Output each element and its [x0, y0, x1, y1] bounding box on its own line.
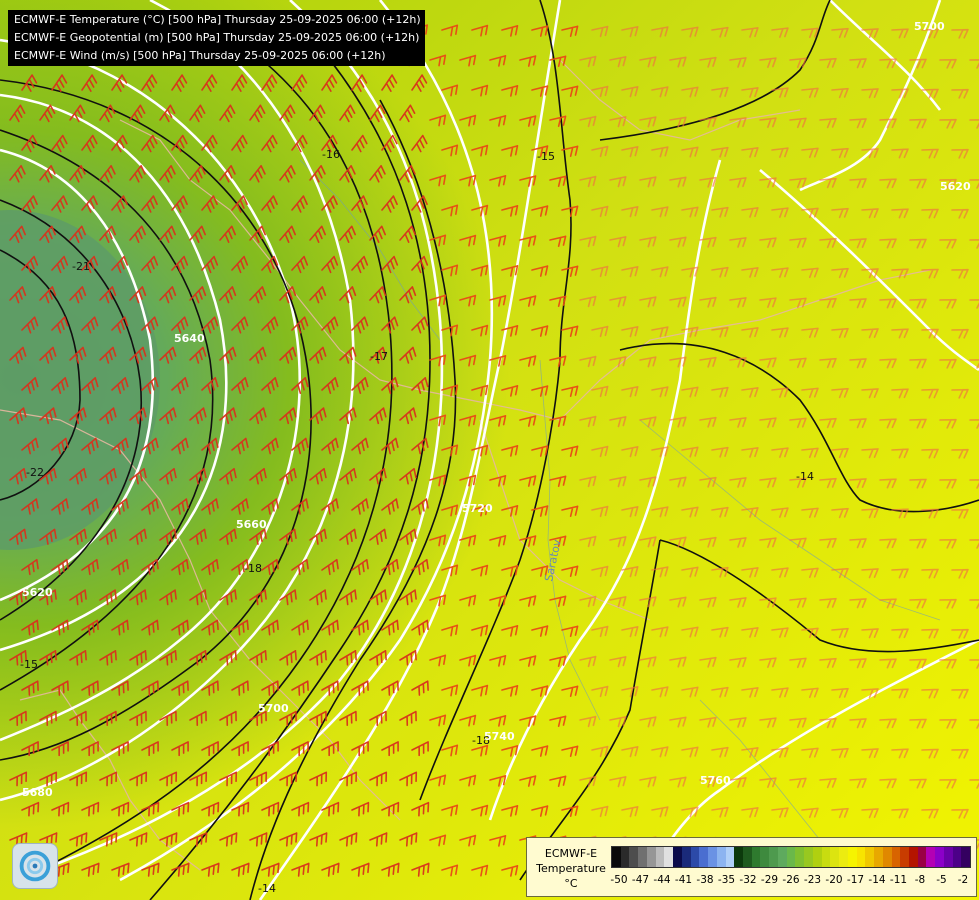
legend-color-swatch — [821, 847, 831, 867]
legend-title-line: Temperature — [536, 862, 606, 875]
legend-color-swatch — [882, 847, 892, 867]
legend-tick-label: -38 — [696, 874, 714, 886]
legend-tick-label: -41 — [674, 874, 693, 886]
isotherm-label: -14 — [796, 470, 814, 483]
legend-tick-label: -5 — [936, 874, 947, 886]
geopotential-label: 5760 — [700, 774, 731, 787]
legend-color-swatch — [664, 847, 674, 867]
legend-title: ECMWF-E Temperature °C — [531, 846, 611, 891]
geopotential-label: 5720 — [462, 502, 493, 515]
legend-color-swatch — [874, 847, 883, 867]
legend-color-swatch — [655, 847, 665, 867]
legend-color-swatch — [646, 847, 656, 867]
isotherm-label: -16 — [322, 148, 340, 161]
legend-color-swatch — [699, 847, 709, 867]
legend-color-swatch — [865, 847, 875, 867]
legend-tick-label: -2 — [957, 874, 969, 886]
swirl-logo-icon — [19, 850, 51, 882]
legend-color-swatch — [629, 847, 639, 867]
geopotential-label: 5680 — [22, 786, 53, 799]
legend-color-swatch — [943, 847, 953, 867]
legend-tick-label: -17 — [846, 874, 865, 886]
legend-color-swatch — [908, 847, 918, 867]
legend-color-swatch — [961, 847, 971, 867]
legend-color-swatch — [620, 847, 630, 867]
layer-info-line: ECMWF-E Geopotential (m) [500 hPa] Thurs… — [14, 31, 420, 44]
map-canvas[interactable]: -22 -21 -18 -17 -16 -15 -14 -18 -14 -15 … — [0, 0, 979, 900]
legend-color-swatch — [743, 847, 752, 867]
legend-ticks: -50 -47 -44 -41 -38 -35 -32 -29 -26 -23 -20 -17 -14-… — [610, 874, 971, 890]
legend-title-line: °C — [564, 877, 578, 890]
legend-color-swatch — [690, 847, 700, 867]
legend-tick-label: -14 — [868, 874, 886, 886]
geopotential-label: 5700 — [258, 702, 289, 715]
geopotential-label: 5620 — [22, 586, 53, 599]
legend-color-swatch — [900, 847, 909, 867]
layer-info-line: ECMWF-E Wind (m/s) [500 hPa] Thursday 25… — [14, 49, 386, 62]
geopotential-label: 5620 — [940, 180, 971, 193]
legend-color-swatch — [673, 847, 682, 867]
legend-color-swatch — [734, 847, 744, 867]
layer-info-line: ECMWF-E Temperature (°C) [500 hPa] Thurs… — [14, 13, 421, 26]
legend-color-swatch — [856, 847, 866, 867]
legend-color-swatch — [786, 847, 796, 867]
legend-color-swatch — [839, 847, 848, 867]
legend-tick-label: -20 — [825, 874, 843, 886]
legend-tick-label: -50 — [610, 874, 628, 886]
legend-color-swatch — [926, 847, 936, 867]
legend-color-swatch — [830, 847, 840, 867]
legend-color-swatch — [638, 847, 647, 867]
geopotential-label: 5700 — [914, 20, 945, 33]
isotherm-label: -15 — [537, 150, 555, 163]
legend-color-swatch — [812, 847, 822, 867]
legend-tick-label: -23 — [803, 874, 822, 886]
legend-color-swatch — [795, 847, 805, 867]
legend-color-swatch — [681, 847, 691, 867]
legend-color-swatch — [612, 847, 621, 867]
geopotential-label: 5640 — [174, 332, 205, 345]
geopotential-label: 5740 — [484, 730, 515, 743]
legend-color-swatch — [708, 847, 717, 867]
legend-title-line: ECMWF-E — [544, 847, 598, 860]
legend-color-swatch — [777, 847, 787, 867]
legend-tick-label: -11 — [889, 874, 908, 886]
legend-color-swatch — [891, 847, 901, 867]
isotherm-label: -18 — [244, 562, 262, 575]
isotherm-label: -22 — [26, 466, 44, 479]
legend-tick-label: -44 — [653, 874, 671, 886]
isotherm-label: -17 — [370, 350, 388, 363]
geopotential-label: 5660 — [236, 518, 267, 531]
legend-tick-label: -47 — [631, 874, 650, 886]
provider-logo — [12, 843, 58, 889]
legend-tick-label: -35 — [717, 874, 736, 886]
isotherm-label: -15 — [20, 658, 38, 671]
legend-color-swatch — [725, 847, 735, 867]
legend-color-swatch — [751, 847, 761, 867]
weather-map[interactable]: -22 -21 -18 -17 -16 -15 -14 -18 -14 -15 … — [0, 0, 979, 900]
layer-info-box: ECMWF-E Temperature (°C) [500 hPa] Thurs… — [8, 10, 425, 66]
isotherm-label: -21 — [72, 260, 90, 273]
legend-tick-label: -26 — [782, 874, 800, 886]
temperature-legend: ECMWF-E Temperature °C -50 -47 -44 -41 -38 -3… — [526, 837, 977, 897]
legend-color-swatch — [716, 847, 726, 867]
legend-color-swatch — [917, 847, 927, 867]
legend-color-swatch — [847, 847, 857, 867]
legend-color-swatch — [760, 847, 770, 867]
isotherm-label: -14 — [258, 882, 276, 895]
legend-color-bar — [611, 846, 971, 868]
legend-color-swatch — [804, 847, 813, 867]
legend-tick-label: -8 — [914, 874, 926, 886]
legend-tick-label: -29 — [760, 874, 779, 886]
legend-color-swatch — [935, 847, 944, 867]
legend-tick-label: -32 — [739, 874, 757, 886]
legend-color-swatch — [952, 847, 962, 867]
legend-color-swatch — [769, 847, 778, 867]
